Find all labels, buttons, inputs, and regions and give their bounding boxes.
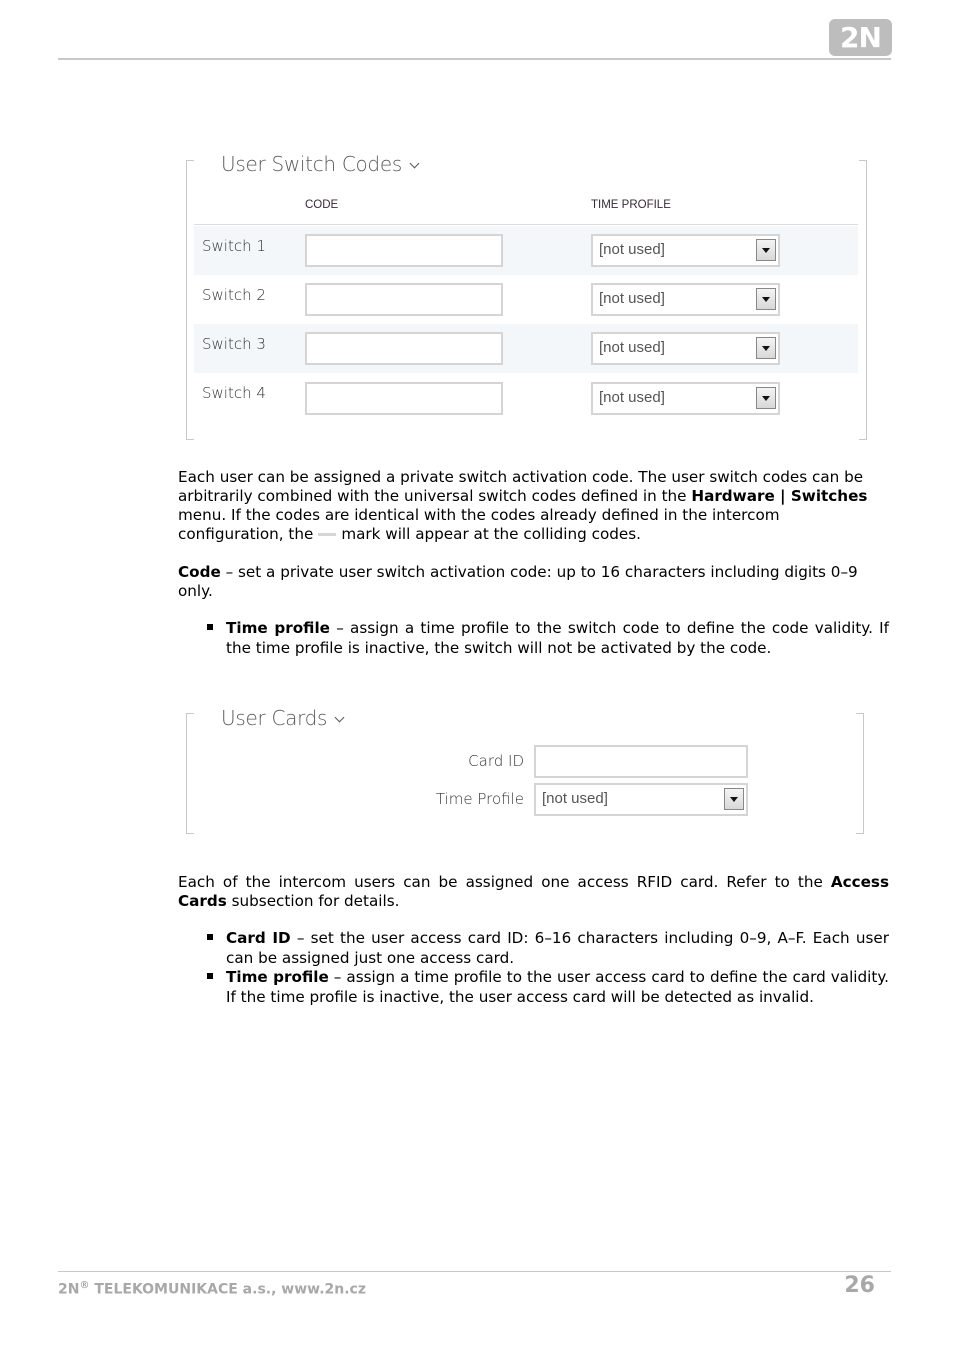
header-divider [58,58,891,60]
code-input[interactable] [305,234,503,267]
dropdown-arrow-icon[interactable] [756,337,776,359]
collision-mark-icon [318,533,337,536]
footer-company: 2N® TELEKOMUNIKACE a.s., www.2n.cz [58,1280,366,1298]
page-number: 26 [844,1273,875,1298]
card-time-profile-select[interactable]: [not used] [534,783,748,816]
footer-divider [58,1271,891,1272]
chevron-down-icon[interactable] [334,712,345,723]
panel-title[interactable]: User Cards [221,706,345,730]
bullet-icon [207,973,213,979]
card-id-label: Card ID [468,752,524,770]
switch-label: Switch 3 [202,335,266,353]
table-row: Switch 1 [not used] [194,226,858,275]
bullet-card-time-profile: Time profile – assign a time profile to … [226,968,889,1006]
chevron-down-icon[interactable] [409,158,420,169]
switch-label: Switch 2 [202,286,266,304]
switch-label: Switch 4 [202,384,266,402]
panel-bracket-right [856,713,864,834]
time-profile-select[interactable]: [not used] [591,283,780,316]
bullet-time-profile: Time profile – assign a time profile to … [226,619,889,657]
dropdown-arrow-icon[interactable] [756,288,776,310]
table-row: Switch 2 [not used] [194,275,858,324]
2n-logo: 2N [829,19,892,56]
dropdown-arrow-icon[interactable] [756,239,776,261]
time-profile-select[interactable]: [not used] [591,332,780,365]
code-input[interactable] [305,332,503,365]
panel-bracket-right [859,160,867,440]
bullet-icon [207,934,213,940]
time-profile-select[interactable]: [not used] [591,234,780,267]
time-profile-label: Time Profile [435,790,524,808]
dropdown-arrow-icon[interactable] [724,788,744,810]
paragraph-user-cards-intro: Each of the intercom users can be assign… [178,873,889,910]
paragraph-code-definition: Code – set a private user switch activat… [178,563,858,600]
switch-label: Switch 1 [202,237,266,255]
code-input[interactable] [305,283,503,316]
panel-bracket-left [186,713,194,834]
paragraph-switch-codes-intro: Each user can be assigned a private swit… [178,468,868,543]
code-input[interactable] [305,382,503,415]
time-profile-select[interactable]: [not used] [591,382,780,415]
column-header-code: CODE [305,199,339,211]
panel-bracket-left [186,160,194,440]
menu-reference: Hardware | Switches [691,487,868,505]
bullet-icon [207,624,213,630]
bullet-card-id: Card ID – set the user access card ID: 6… [226,929,889,967]
card-id-input[interactable] [534,745,748,778]
panel-title[interactable]: User Switch Codes [221,152,420,176]
header-divider-line [194,224,858,225]
column-header-time-profile: TIME PROFILE [591,199,671,211]
dropdown-arrow-icon[interactable] [756,387,776,409]
table-row: Switch 4 [not used] [194,373,858,422]
table-row: Switch 3 [not used] [194,324,858,373]
